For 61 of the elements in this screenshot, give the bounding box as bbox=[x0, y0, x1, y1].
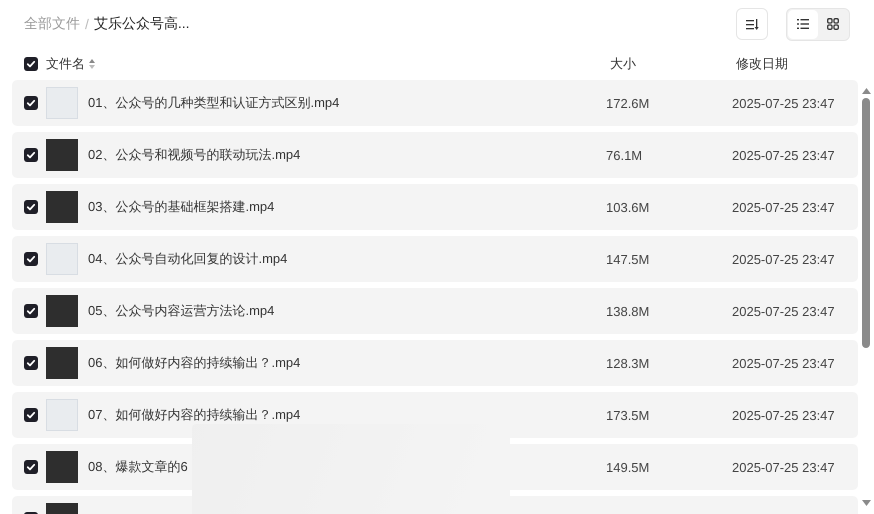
file-row[interactable]: 03、公众号的基础框架搭建.mp4 103.6M 2025-07-25 23:47 bbox=[12, 184, 858, 230]
video-thumbnail bbox=[46, 243, 78, 275]
file-size: 138.8M bbox=[606, 304, 650, 318]
file-row[interactable]: 06、如何做好内容的持续输出？.mp4 128.3M 2025-07-25 23:47 bbox=[12, 340, 858, 386]
checkbox[interactable] bbox=[24, 252, 38, 266]
file-size: 173.5M bbox=[606, 408, 650, 422]
file-size: 128.3M bbox=[606, 356, 650, 370]
video-thumbnail bbox=[46, 87, 78, 119]
file-row[interactable]: 01、公众号的几种类型和认证方式区别.mp4 172.6M 2025-07-25 23:47 bbox=[12, 80, 858, 126]
video-thumbnail bbox=[46, 139, 78, 171]
sort-arrows-icon[interactable] bbox=[89, 59, 95, 69]
file-row[interactable]: 05、公众号内容运营方法论.mp4 138.8M 2025-07-25 23:47 bbox=[12, 288, 858, 334]
list-view-button[interactable] bbox=[788, 10, 818, 38]
modified-date: 2025-07-25 23:47 bbox=[732, 148, 835, 162]
scrollbar-thumb[interactable] bbox=[862, 98, 870, 348]
file-name[interactable]: 02、公众号和视频号的联动玩法.mp4 bbox=[88, 146, 300, 164]
checkbox[interactable] bbox=[24, 408, 38, 422]
modified-date: 2025-07-25 23:47 bbox=[732, 460, 835, 474]
file-name[interactable]: 04、公众号自动化回复的设计.mp4 bbox=[88, 250, 288, 268]
video-thumbnail bbox=[46, 451, 78, 483]
file-name[interactable]: 07、如何做好内容的持续输出？.mp4 bbox=[88, 406, 300, 424]
file-row[interactable]: 02、公众号和视频号的联动玩法.mp4 76.1M 2025-07-25 23:47 bbox=[12, 132, 858, 178]
modified-date: 2025-07-25 23:47 bbox=[732, 96, 835, 110]
column-header[interactable]: 大小 bbox=[610, 55, 736, 73]
modified-date: 2025-07-25 23:47 bbox=[732, 200, 835, 214]
column-header[interactable]: 文件名 bbox=[46, 55, 85, 73]
video-thumbnail bbox=[46, 295, 78, 327]
sort-icon bbox=[746, 18, 758, 30]
sort-button[interactable] bbox=[736, 8, 768, 40]
checkbox[interactable] bbox=[24, 460, 38, 474]
file-name[interactable]: 01、公众号的几种类型和认证方式区别.mp4 bbox=[88, 94, 340, 112]
checkbox[interactable] bbox=[24, 356, 38, 370]
file-row[interactable]: 04、公众号自动化回复的设计.mp4 147.5M 2025-07-25 23:47 bbox=[12, 236, 858, 282]
checkbox[interactable] bbox=[24, 200, 38, 214]
list-icon bbox=[797, 19, 809, 29]
scroll-up-icon[interactable] bbox=[862, 88, 870, 94]
video-thumbnail bbox=[46, 191, 78, 223]
grid-icon bbox=[827, 18, 839, 30]
video-thumbnail bbox=[46, 399, 78, 431]
breadcrumb-separator: / bbox=[85, 16, 89, 32]
modified-date: 2025-07-25 23:47 bbox=[732, 356, 835, 370]
file-name[interactable]: 06、如何做好内容的持续输出？.mp4 bbox=[88, 354, 300, 372]
file-size: 76.1M bbox=[606, 148, 644, 162]
file-size: 172.6M bbox=[606, 96, 650, 110]
modified-date: 2025-07-25 23:47 bbox=[732, 408, 835, 422]
column-header[interactable]: 修改日期 bbox=[736, 55, 788, 73]
file-name[interactable]: 05、公众号内容运营方法论.mp4 bbox=[88, 302, 274, 320]
checkbox[interactable] bbox=[24, 96, 38, 110]
checkbox[interactable] bbox=[24, 57, 38, 71]
file-size: 103.6M bbox=[606, 200, 650, 214]
file-size: 147.5M bbox=[606, 252, 650, 266]
checkbox[interactable] bbox=[24, 148, 38, 162]
modified-date: 2025-07-25 23:47 bbox=[732, 252, 835, 266]
file-name[interactable]: 03、公众号的基础框架搭建.mp4 bbox=[88, 198, 274, 216]
breadcrumb-item: 艾乐公众号高... bbox=[94, 15, 190, 33]
file-name[interactable]: 08、爆款文章的6 bbox=[88, 458, 188, 476]
modified-date: 2025-07-25 23:47 bbox=[732, 304, 835, 318]
file-size: 149.5M bbox=[606, 460, 650, 474]
video-thumbnail bbox=[46, 347, 78, 379]
scroll-down-icon[interactable] bbox=[862, 500, 870, 506]
checkbox[interactable] bbox=[24, 304, 38, 318]
